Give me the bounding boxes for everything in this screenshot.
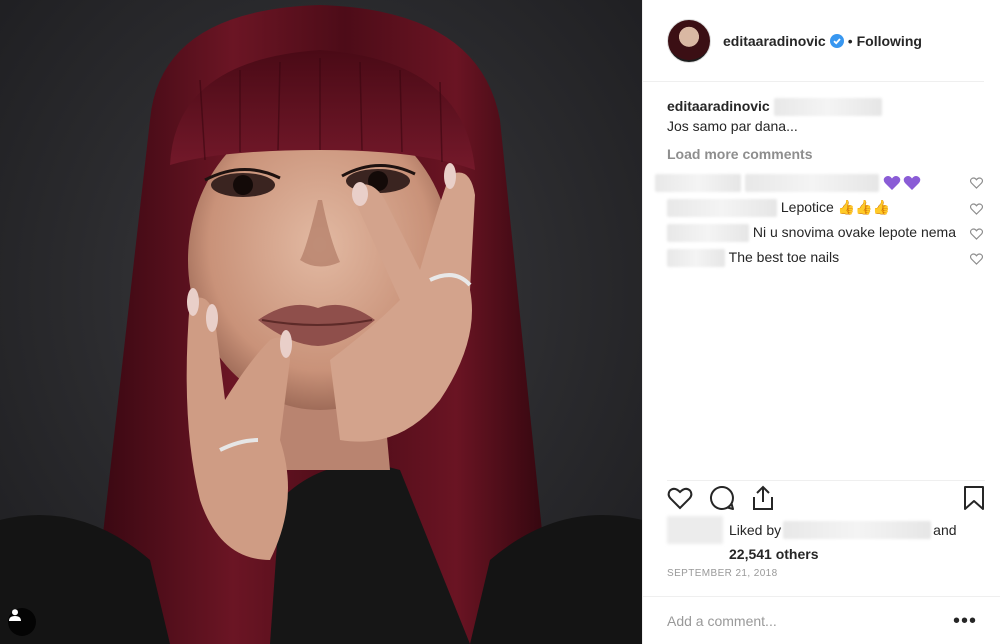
post-header: editaaradinovic • Following: [643, 0, 984, 82]
comment-like-icon[interactable]: [969, 226, 984, 245]
comment-item: The best toe nails: [667, 248, 985, 270]
comment-text: Lepotice 👍👍👍: [780, 198, 891, 215]
comment-item: [655, 172, 985, 194]
post-side-panel: editaaradinovic • Following editaaradino…: [642, 0, 1000, 644]
likes-summary: Liked by and 22,541 others: [667, 516, 985, 564]
comment-text: Ni u snovima ovake lepote nema: [752, 223, 956, 240]
comment-like-icon[interactable]: [969, 175, 984, 194]
comment-item: Lepotice 👍👍👍: [667, 198, 985, 217]
load-more-comments-button[interactable]: Load more comments: [667, 146, 985, 162]
purple-heart-icon: [883, 175, 901, 190]
likes-count[interactable]: 22,541 others: [729, 546, 819, 562]
save-icon[interactable]: [963, 485, 985, 511]
post-date[interactable]: SEPTEMBER 21, 2018: [667, 568, 778, 579]
liked-by-suffix: and: [933, 522, 957, 538]
user-tag-button[interactable]: [8, 608, 36, 636]
redacted-mention: [773, 98, 882, 117]
liked-by-avatar: [667, 516, 723, 544]
comment-like-icon[interactable]: [969, 201, 984, 220]
portrait-illustration: [0, 5, 642, 644]
post-actions: [667, 480, 985, 512]
liked-by-prefix: Liked by: [729, 522, 782, 538]
comments-section: editaaradinovic Jos samo par dana... Loa…: [655, 96, 985, 270]
purple-hearts: [883, 175, 921, 191]
share-icon[interactable]: [751, 485, 775, 511]
header-separator: •: [847, 32, 853, 49]
add-comment-input[interactable]: Add a comment...: [667, 613, 953, 629]
caption-text: Jos samo par dana...: [667, 118, 798, 135]
redacted-username: [667, 198, 777, 217]
verified-icon: [829, 33, 844, 48]
comment-item: Ni u snovima ovake lepote nema: [667, 223, 985, 245]
comment-text: The best toe nails: [728, 249, 840, 266]
redacted-username: [655, 173, 741, 192]
more-options-icon[interactable]: •••: [953, 611, 977, 631]
redacted-text: [744, 173, 879, 192]
add-comment-bar: Add a comment... •••: [643, 596, 1000, 644]
purple-heart-icon: [903, 175, 921, 190]
comment-like-icon[interactable]: [969, 251, 984, 270]
post-photo[interactable]: [0, 0, 642, 644]
avatar[interactable]: [667, 18, 711, 63]
redacted-username: [667, 249, 725, 268]
redacted-liker: [783, 521, 932, 539]
like-icon[interactable]: [667, 486, 693, 510]
comment-icon[interactable]: [709, 485, 735, 511]
following-button[interactable]: Following: [857, 33, 922, 49]
header-username[interactable]: editaaradinovic: [723, 33, 826, 49]
redacted-username: [667, 224, 749, 243]
caption: editaaradinovic Jos samo par dana...: [667, 96, 985, 136]
caption-username[interactable]: editaaradinovic: [667, 98, 770, 114]
user-tag-icon: [9, 609, 21, 621]
